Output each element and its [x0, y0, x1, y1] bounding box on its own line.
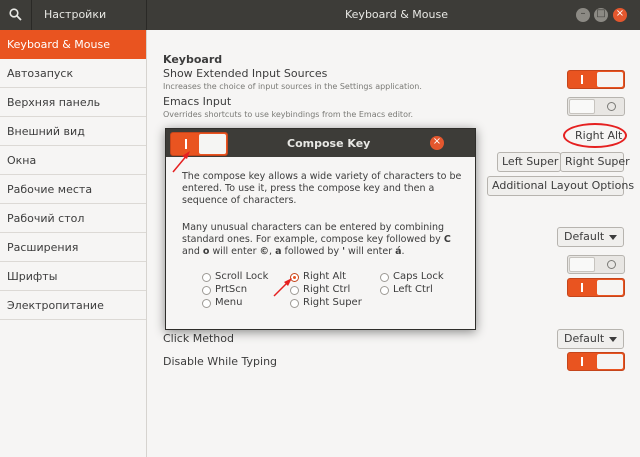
show-extended-desc: Increases the choice of input sources in…: [163, 82, 422, 91]
toggle-knob: [569, 257, 595, 272]
compose-key-dialog: Compose Key × The compose key allows a w…: [165, 128, 476, 330]
sidebar-item-desktop[interactable]: Рабочий стол: [0, 204, 146, 233]
minimize-icon: –: [580, 8, 586, 19]
toggle-on-mark: [581, 75, 583, 84]
annotation-ellipse: [563, 123, 627, 148]
annotation-arrow-right-alt: [273, 278, 292, 297]
search-icon: [9, 8, 22, 21]
click-method-dropdown[interactable]: Default: [557, 329, 624, 349]
dialog-close-button[interactable]: ×: [430, 136, 444, 150]
dialog-description: The compose key allows a wide variety of…: [182, 171, 462, 206]
radio-indicator: [202, 299, 211, 308]
toggle-knob: [597, 354, 623, 369]
emacs-input-desc: Overrides shortcuts to use keybindings f…: [163, 110, 414, 119]
sidebar-item-keyboard-mouse[interactable]: Keyboard & Mouse: [0, 30, 146, 59]
keyboard-heading: Keyboard: [163, 53, 223, 66]
click-method-label: Click Method: [163, 332, 234, 345]
toggle-knob: [597, 72, 623, 87]
maximize-button[interactable]: □: [594, 8, 608, 22]
sidebar-item-windows[interactable]: Окна: [0, 146, 146, 175]
app-title: Настройки: [44, 8, 107, 21]
dropdown-default-1[interactable]: Default: [557, 227, 624, 247]
toggle-knob: [597, 280, 623, 295]
show-extended-toggle[interactable]: [567, 70, 625, 89]
annotation-arrow-toggle: [172, 151, 190, 173]
unlabeled-toggle-on[interactable]: [567, 278, 625, 297]
toggle-on-mark: [581, 283, 583, 292]
sidebar-item-extensions[interactable]: Расширения: [0, 233, 146, 262]
page-title: Keyboard & Mouse: [345, 8, 448, 21]
sidebar-item-fonts[interactable]: Шрифты: [0, 262, 146, 291]
search-button[interactable]: [0, 0, 32, 30]
radio-indicator: [380, 273, 389, 282]
dialog-title: Compose Key: [287, 137, 371, 150]
toggle-off-mark: [607, 102, 616, 111]
additional-layout-options-button[interactable]: Additional Layout Options: [487, 176, 634, 196]
right-super-button[interactable]: Right Super: [560, 152, 630, 172]
left-super-button[interactable]: Left Super: [497, 152, 561, 172]
radio-indicator: [202, 273, 211, 282]
minimize-button[interactable]: –: [576, 8, 590, 22]
toggle-knob: [199, 134, 226, 154]
close-icon: ×: [432, 136, 442, 147]
sidebar-item-top-panel[interactable]: Верхняя панель: [0, 88, 146, 117]
sidebar: Keyboard & Mouse Автозапуск Верхняя пане…: [0, 30, 147, 457]
radio-indicator: [380, 286, 389, 295]
sidebar-item-autostart[interactable]: Автозапуск: [0, 59, 146, 88]
close-button[interactable]: ×: [613, 8, 627, 22]
titlebar-divider: [146, 0, 147, 30]
sidebar-item-power[interactable]: Электропитание: [0, 291, 146, 320]
sidebar-item-appearance[interactable]: Внешний вид: [0, 117, 146, 146]
radio-indicator: [202, 286, 211, 295]
chevron-down-icon: [609, 235, 617, 240]
dialog-example-text: Many unusual characters can be entered b…: [182, 222, 451, 257]
show-extended-label: Show Extended Input Sources: [163, 67, 328, 80]
toggle-off-mark: [607, 260, 616, 269]
disable-while-typing-toggle[interactable]: [567, 352, 625, 371]
toggle-on-mark: [581, 357, 583, 366]
sidebar-item-workspaces[interactable]: Рабочие места: [0, 175, 146, 204]
toggle-knob: [569, 99, 595, 114]
window-titlebar: Настройки Keyboard & Mouse – □ ×: [0, 0, 640, 30]
chevron-down-icon: [609, 337, 617, 342]
disable-while-typing-label: Disable While Typing: [163, 355, 278, 368]
emacs-input-toggle[interactable]: [567, 97, 625, 116]
emacs-input-label: Emacs Input: [163, 95, 232, 108]
unlabeled-toggle-off[interactable]: [567, 255, 625, 274]
dropdown-value: Default: [564, 332, 605, 345]
maximize-icon: □: [596, 8, 606, 19]
close-icon: ×: [615, 8, 625, 19]
dropdown-value: Default: [564, 230, 605, 243]
